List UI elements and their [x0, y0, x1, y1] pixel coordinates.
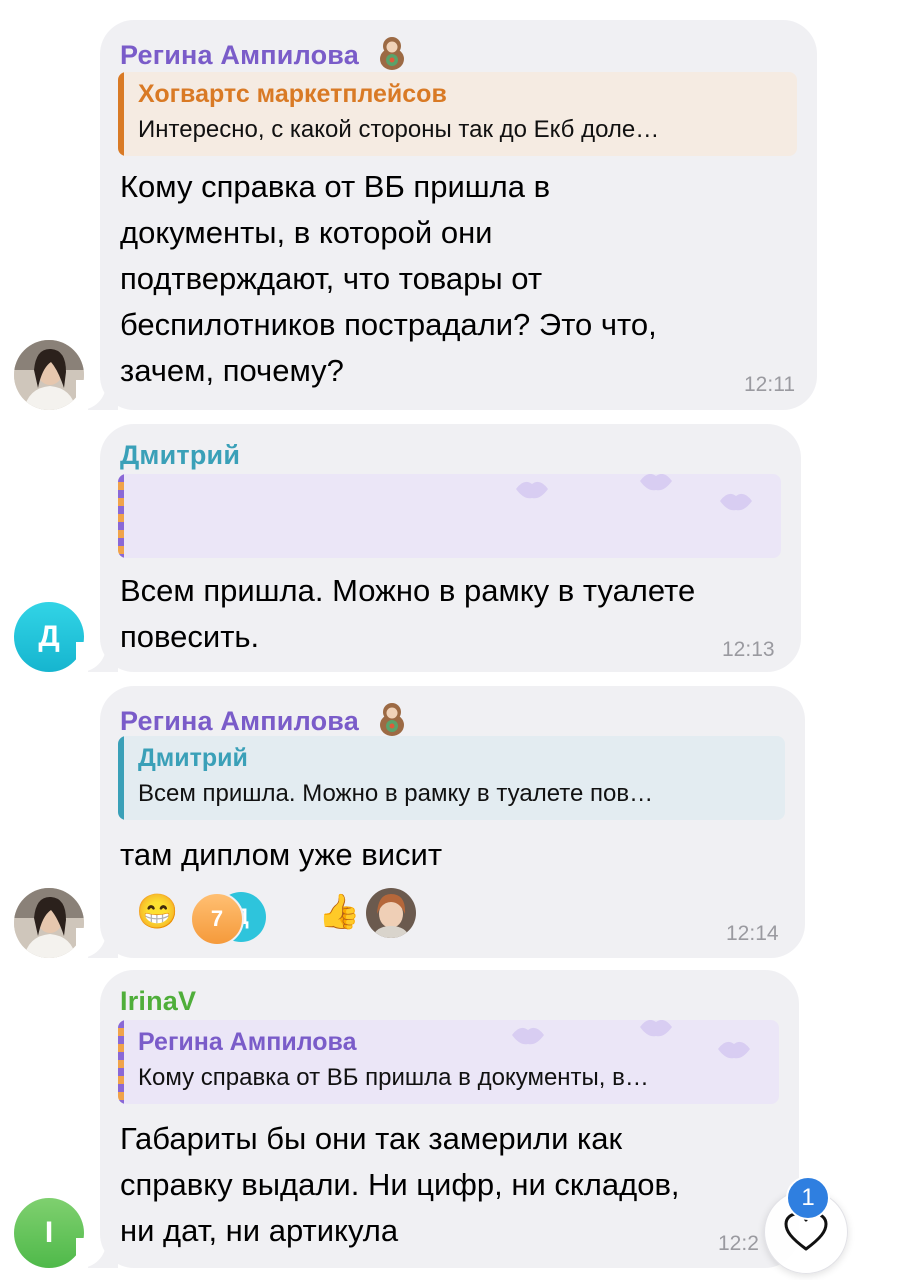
reply-sender: Регина Ампилова — [138, 1028, 357, 1056]
matryoshka-icon — [379, 37, 404, 70]
lips-pattern-icon — [640, 1020, 672, 1037]
sender-name[interactable]: IrinaV — [120, 986, 196, 1017]
sender-name[interactable]: Дмитрий — [120, 440, 240, 471]
reaction-thumbs-up[interactable]: 👍 — [318, 892, 360, 932]
lips-pattern-icon — [720, 493, 752, 511]
reply-quote[interactable]: Дмитрий Всем пришла. Можно в рамку в туа… — [118, 736, 785, 820]
reply-text: Всем пришла. Можно в рамку в туалете пов… — [138, 780, 654, 807]
avatar[interactable] — [14, 888, 84, 958]
message-time: 12:2 — [718, 1232, 759, 1255]
message-text: там диплом уже висит — [120, 837, 443, 872]
sender-name[interactable]: Регина Ампилова — [120, 702, 405, 737]
lips-pattern-icon — [516, 481, 548, 499]
reply-sender: Дмитрий — [138, 744, 248, 772]
sender-name[interactable]: Регина Ампилова — [120, 36, 405, 71]
message-bubble[interactable]: Регина Ампилова Хогвартс маркетплейсов И… — [100, 20, 817, 410]
reply-bar — [118, 1020, 124, 1104]
message-bubble[interactable]: Дмитрий Всем пришла. Можно в рамку в туа… — [100, 424, 801, 672]
lips-pattern-icon — [718, 1041, 750, 1059]
avatar[interactable]: Д — [14, 602, 84, 672]
user-photo-icon — [14, 888, 84, 958]
message-time: 12:14 — [726, 922, 779, 945]
message-bubble[interactable]: IrinaV Регина Ампилова Кому справка от В… — [100, 970, 799, 1268]
lips-pattern-icon — [512, 1027, 544, 1045]
reaction-reactor-avatar[interactable] — [366, 888, 416, 938]
message-text: Кому справка от ВБ пришла в документы, в… — [120, 169, 657, 388]
message-bubble[interactable]: Регина Ампилова Дмитрий Всем пришла. Мож… — [100, 686, 805, 958]
reply-text: Интересно, с какой стороны так до Екб до… — [138, 116, 660, 143]
unread-badge: 1 — [786, 1176, 830, 1220]
avatar[interactable] — [14, 340, 84, 410]
message-time: 12:13 — [722, 638, 775, 661]
reply-quote[interactable]: Хогвартс маркетплейсов Интересно, с како… — [118, 72, 797, 156]
reply-bar — [118, 72, 124, 156]
reply-sender: Хогвартс маркетплейсов — [138, 80, 447, 108]
reply-bar — [118, 736, 124, 820]
reply-quote[interactable] — [118, 474, 781, 558]
lips-pattern-icon — [640, 474, 672, 491]
reply-text: Кому справка от ВБ пришла в документы, в… — [138, 1064, 649, 1091]
reply-bar — [118, 474, 124, 558]
message-time: 12:11 — [744, 373, 795, 396]
message-text: Габариты бы они так замерили как справку… — [120, 1121, 680, 1248]
reaction-grin[interactable]: 😁 — [136, 892, 178, 932]
reaction-count-avatar[interactable]: 7 — [190, 892, 244, 946]
user-photo-icon — [14, 340, 84, 410]
user-photo-icon — [366, 888, 416, 938]
message-text: Всем пришла. Можно в рамку в туалете пов… — [120, 573, 696, 654]
reply-quote[interactable]: Регина Ампилова Кому справка от ВБ пришл… — [118, 1020, 779, 1104]
avatar[interactable]: I — [14, 1198, 84, 1268]
matryoshka-icon — [379, 703, 404, 736]
